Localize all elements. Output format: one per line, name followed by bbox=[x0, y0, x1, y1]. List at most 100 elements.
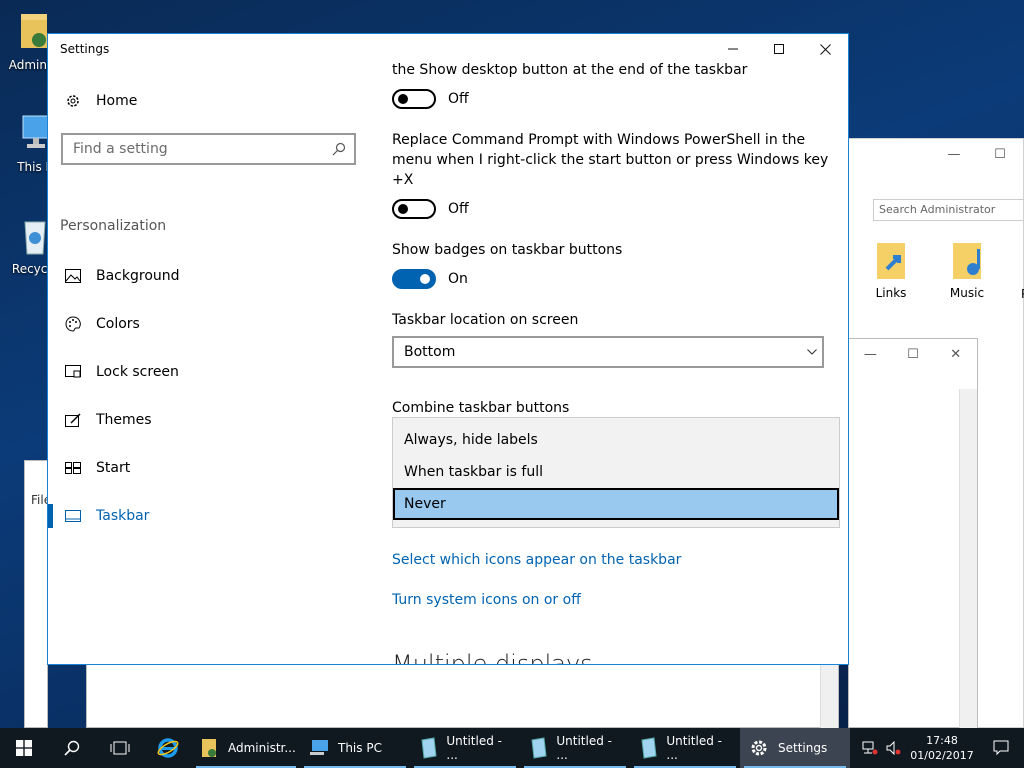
background-notepad-window[interactable]: — ☐ ✕ bbox=[848, 338, 978, 729]
combine-option-always-hide-labels[interactable]: Always, hide labels bbox=[393, 424, 839, 456]
nav-item-background[interactable]: Background bbox=[48, 256, 368, 296]
search-icon bbox=[64, 740, 80, 756]
nav-item-themes[interactable]: Themes bbox=[48, 400, 368, 440]
combine-option-never[interactable]: Never bbox=[393, 488, 839, 520]
notification-icon bbox=[993, 740, 1009, 756]
taskbar-app-notepad-2[interactable]: Untitled - ... bbox=[520, 728, 630, 768]
background-titlebar: — ☐ bbox=[849, 139, 1023, 169]
peek-toggle[interactable]: Off bbox=[392, 89, 469, 109]
taskbar-app-notepad-3[interactable]: Untitled - ... bbox=[630, 728, 740, 768]
task-view-button[interactable] bbox=[96, 728, 144, 768]
scrollbar[interactable] bbox=[820, 665, 838, 729]
powershell-description-line-2: menu when I right-click the start button… bbox=[392, 152, 829, 168]
links-folder-icon bbox=[877, 243, 905, 279]
maximize-icon bbox=[774, 44, 784, 54]
taskbar-app-label: Settings bbox=[778, 741, 828, 755]
powershell-description-line-1: Replace Command Prompt with Windows Powe… bbox=[392, 132, 806, 148]
taskbar-app-this-pc[interactable]: This PC bbox=[300, 728, 410, 768]
themes-icon bbox=[64, 411, 82, 429]
taskbar-app-notepad-1[interactable]: Untitled - ... bbox=[410, 728, 520, 768]
link-select-taskbar-icons[interactable]: Select which icons appear on the taskbar bbox=[392, 552, 681, 568]
window-title: Settings bbox=[60, 42, 110, 56]
badges-toggle[interactable]: On bbox=[392, 269, 468, 289]
minimize-icon bbox=[728, 48, 738, 50]
taskbar-location-label: Taskbar location on screen bbox=[392, 312, 579, 328]
combine-buttons-label: Combine taskbar buttons bbox=[392, 400, 570, 416]
section-heading-multiple-displays: Multiple displays bbox=[392, 650, 593, 665]
minimize-icon[interactable]: — bbox=[849, 347, 892, 362]
combine-buttons-dropdown-list[interactable]: Always, hide labels When taskbar is full… bbox=[392, 417, 840, 528]
background-file-window[interactable]: File bbox=[24, 460, 51, 728]
find-setting-search[interactable] bbox=[61, 133, 356, 165]
taskbar-app-label: Untitled - ... bbox=[446, 734, 502, 762]
network-button[interactable] bbox=[858, 728, 882, 768]
user-folder-icon bbox=[200, 737, 220, 759]
badges-label: Show badges on taskbar buttons bbox=[392, 242, 623, 258]
toggle-switch-on[interactable] bbox=[392, 269, 436, 289]
volume-button[interactable] bbox=[882, 728, 906, 768]
nav-item-label: Background bbox=[96, 268, 180, 284]
taskbar: Administr... This PC Untitled - ... Unti… bbox=[0, 728, 1024, 768]
combine-option-when-full[interactable]: When taskbar is full bbox=[393, 456, 839, 488]
search-input[interactable] bbox=[73, 141, 324, 157]
taskbar-app-label: Untitled - ... bbox=[666, 734, 722, 762]
start-button[interactable] bbox=[0, 728, 48, 768]
toggle-switch-off[interactable] bbox=[392, 199, 436, 219]
nav-item-taskbar[interactable]: Taskbar bbox=[48, 496, 368, 536]
toggle-state-label: Off bbox=[448, 201, 469, 217]
gear-icon bbox=[748, 737, 770, 759]
close-icon[interactable]: ✕ bbox=[934, 347, 977, 362]
nav-home-label: Home bbox=[96, 93, 138, 109]
network-icon bbox=[862, 741, 878, 755]
nav-home[interactable]: Home bbox=[48, 81, 368, 121]
gear-icon bbox=[64, 92, 82, 110]
background-titlebar: — ☐ ✕ bbox=[849, 339, 977, 369]
taskbar-location-dropdown[interactable]: Bottom bbox=[392, 336, 824, 368]
volume-muted-icon bbox=[886, 741, 901, 755]
taskbar-app-administrator[interactable]: Administr... bbox=[192, 728, 300, 768]
maximize-icon[interactable]: ☐ bbox=[977, 147, 1023, 162]
powershell-toggle[interactable]: Off bbox=[392, 199, 469, 219]
clock[interactable]: 17:48 01/02/2017 bbox=[906, 733, 978, 763]
minimize-icon[interactable]: — bbox=[931, 147, 977, 162]
action-center-button[interactable] bbox=[978, 728, 1024, 768]
close-icon bbox=[819, 43, 831, 55]
nav-item-start[interactable]: Start bbox=[48, 448, 368, 488]
taskbar-icon bbox=[64, 507, 82, 525]
toggle-state-label: On bbox=[448, 271, 468, 287]
clock-date: 01/02/2017 bbox=[910, 749, 974, 762]
nav-item-label: Themes bbox=[96, 412, 152, 428]
picture-icon bbox=[64, 267, 82, 285]
lock-screen-icon bbox=[64, 363, 82, 381]
start-icon bbox=[64, 459, 82, 477]
nav-item-label: Lock screen bbox=[96, 364, 179, 380]
nav-item-lock-screen[interactable]: Lock screen bbox=[48, 352, 368, 392]
task-view-icon bbox=[110, 741, 130, 755]
internet-explorer-icon bbox=[157, 738, 179, 758]
explorer-item-music[interactable]: Music bbox=[947, 239, 987, 300]
settings-window[interactable]: Settings Home Personalization bbox=[47, 33, 849, 665]
maximize-icon[interactable]: ☐ bbox=[892, 347, 935, 362]
notepad-icon bbox=[638, 737, 658, 759]
notepad-icon bbox=[528, 737, 548, 759]
internet-explorer-button[interactable] bbox=[144, 728, 192, 768]
toggle-switch-off[interactable] bbox=[392, 89, 436, 109]
nav-item-colors[interactable]: Colors bbox=[48, 304, 368, 344]
background-window-behind[interactable] bbox=[86, 664, 839, 729]
settings-nav-pane: Home Personalization Background Colors bbox=[48, 64, 368, 664]
toggle-state-label: Off bbox=[448, 91, 469, 107]
taskbar-app-label: This PC bbox=[338, 741, 382, 755]
scrollbar[interactable] bbox=[959, 389, 977, 729]
taskbar-app-settings[interactable]: Settings bbox=[740, 728, 850, 768]
explorer-search-box[interactable]: Search Administrator bbox=[873, 199, 1024, 221]
search-icon[interactable] bbox=[324, 142, 354, 156]
explorer-item-links[interactable]: Links bbox=[871, 239, 911, 300]
link-system-icons[interactable]: Turn system icons on or off bbox=[392, 592, 581, 608]
powershell-description-line-3: +X bbox=[392, 172, 414, 188]
section-heading-personalization: Personalization bbox=[60, 218, 167, 234]
nav-item-label: Taskbar bbox=[96, 508, 150, 524]
dropdown-value: Bottom bbox=[404, 344, 456, 360]
music-folder-icon bbox=[953, 243, 981, 279]
notepad-icon bbox=[418, 737, 438, 759]
search-button[interactable] bbox=[48, 728, 96, 768]
